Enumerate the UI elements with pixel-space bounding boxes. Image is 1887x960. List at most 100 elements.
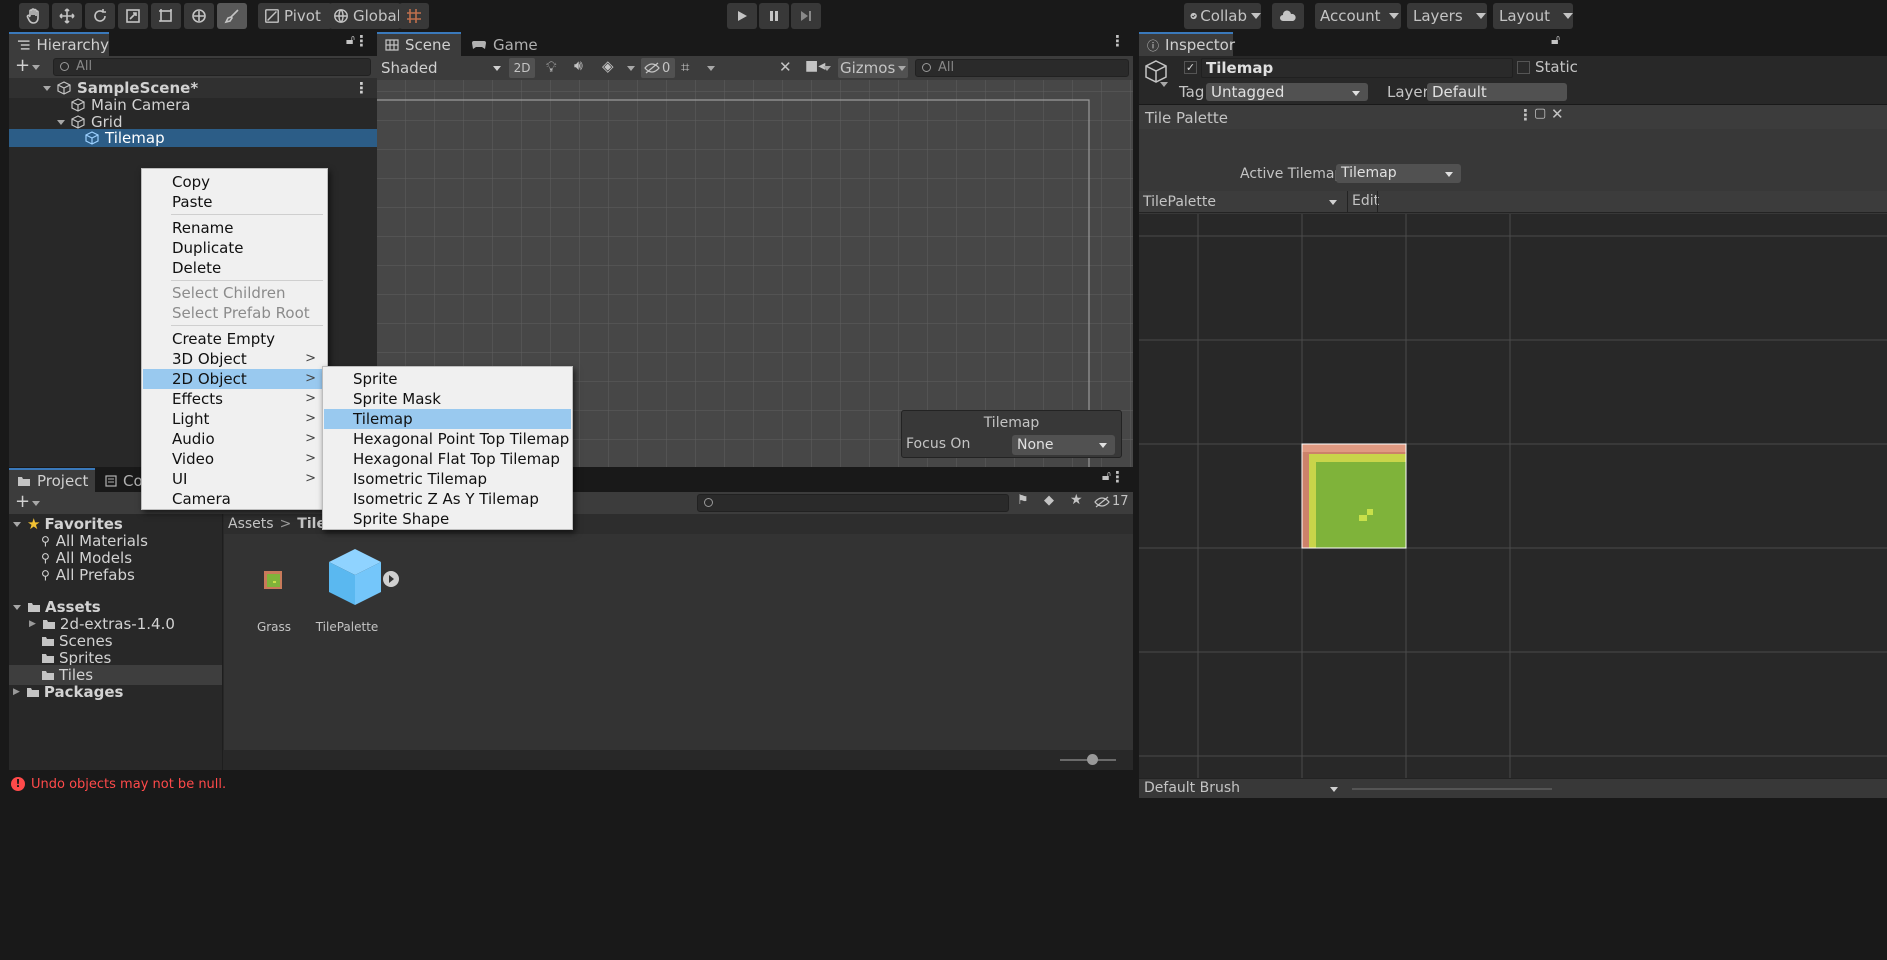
submenu-item-isometric[interactable]: Isometric Tilemap [324,469,571,489]
submenu-item-sprite-shape[interactable]: Sprite Shape [324,509,571,529]
submenu-item-hex-flat-top[interactable]: Hexagonal Flat Top Tilemap [324,449,571,469]
grid-snap-icon[interactable] [399,3,429,29]
layers-dropdown[interactable]: Layers [1407,3,1487,29]
chevron-down-icon[interactable] [1160,82,1168,87]
menu-item-light[interactable]: Light > [143,409,326,429]
menu-item-audio[interactable]: Audio > [143,429,326,449]
hierarchy-search-input[interactable]: All [53,58,371,76]
transform-tool-icon[interactable] [184,3,214,29]
menu-item-video[interactable]: Video > [143,449,326,469]
favorite-item-prefabs[interactable]: ⚲ All Prefabs [9,565,222,585]
hierarchy-item-tilemap[interactable]: Tilemap [9,129,377,147]
layout-dropdown[interactable]: Layout [1493,3,1573,29]
menu-item-ui[interactable]: UI > [143,469,326,489]
tab-inspector[interactable]: ⓘ Inspector [1139,32,1235,56]
effects-icon[interactable]: ◈ [602,57,614,75]
submenu-item-tilemap[interactable]: Tilemap [324,409,571,429]
breadcrumb-assets[interactable]: Assets [228,516,274,532]
audio-icon[interactable]: 🔊︎ [574,58,583,74]
scale-tool-icon[interactable] [118,3,148,29]
search-by-label-icon[interactable]: ◆ [1044,493,1054,508]
hidden-packages-toggle[interactable]: 17 [1094,494,1129,509]
move-tool-icon[interactable] [52,3,82,29]
rect-tool-icon[interactable] [151,3,181,29]
brush-dropdown[interactable]: Default Brush [1144,780,1344,796]
lock-icon[interactable]: 🔓︎ [1551,32,1560,48]
menu-item-create-empty[interactable]: Create Empty [143,329,326,349]
chevron-down-icon[interactable] [707,66,715,71]
step-button-icon[interactable] [791,3,821,29]
maximize-icon[interactable]: ▢ [1534,106,1546,121]
search-by-type-icon[interactable]: ⚑ [1017,493,1029,508]
chevron-down-icon[interactable] [627,66,635,71]
grid-toggle-icon[interactable]: ⌗ [681,58,689,76]
add-icon[interactable]: + [15,55,30,76]
tab-hierarchy[interactable]: Hierarchy [9,32,109,56]
cloud-icon[interactable] [1272,3,1304,29]
2d-toggle[interactable]: 2D [509,58,535,78]
tools-icon[interactable]: ✕ [779,58,792,76]
play-button-icon[interactable] [727,3,757,29]
asset-tilepalette[interactable]: TilePalette [316,544,406,634]
pivot-button[interactable]: Pivot [258,3,332,29]
tile-palette-tab[interactable]: Tile Palette [1145,109,1228,127]
expand-play-icon[interactable] [382,570,400,588]
menu-item-paste[interactable]: Paste [143,192,326,212]
edit-palette-button[interactable]: Edit [1352,193,1379,209]
chevron-down-icon[interactable] [32,501,40,506]
object-name-field[interactable]: Tilemap [1201,58,1513,78]
static-checkbox[interactable] [1517,61,1530,74]
submenu-item-hex-point-top[interactable]: Hexagonal Point Top Tilemap [324,429,571,449]
grass-tile[interactable] [1301,443,1407,549]
hand-tool-icon[interactable] [19,3,49,29]
more-options-icon[interactable]: ⋮ [1110,32,1125,50]
pause-button-icon[interactable] [759,3,789,29]
more-options-icon[interactable]: ⋮ [1110,468,1125,486]
add-icon[interactable]: + [15,491,30,512]
menu-item-camera[interactable]: Camera [143,489,326,509]
focus-on-dropdown[interactable]: None [1012,435,1115,455]
more-options-icon[interactable]: ⋮ [1518,106,1533,124]
gamepad-icon [472,41,486,49]
tab-game[interactable]: Game [463,32,543,56]
global-button[interactable]: Global [329,3,401,29]
scene-search-input[interactable]: All [915,59,1129,77]
palette-grid[interactable] [1139,214,1887,778]
packages-row[interactable]: ▶ Packages [9,682,222,702]
favorite-star-icon[interactable]: ★ [1070,492,1083,508]
submenu-item-sprite-mask[interactable]: Sprite Mask [324,389,571,409]
tab-project[interactable]: Project [9,468,95,492]
menu-item-duplicate[interactable]: Duplicate [143,238,326,258]
tab-scene[interactable]: Scene [377,32,461,56]
lighting-icon[interactable]: 💡︎ [546,58,557,76]
paint-tool-icon[interactable] [217,3,247,29]
chevron-down-icon[interactable] [32,65,40,70]
brush-slider[interactable] [1352,788,1552,790]
palette-dropdown[interactable]: TilePalette [1143,193,1343,211]
layer-dropdown[interactable]: Default [1427,83,1567,101]
rotate-tool-icon[interactable] [85,3,115,29]
menu-item-delete[interactable]: Delete [143,258,326,278]
collab-dropdown[interactable]: Collab [1184,3,1261,29]
tag-dropdown[interactable]: Untagged [1206,83,1368,101]
shading-dropdown[interactable]: Shaded [381,58,505,78]
menu-item-3d-object[interactable]: 3D Object > [143,349,326,369]
chevron-down-icon[interactable] [823,66,831,71]
hidden-objects-toggle[interactable]: 0 [641,58,675,78]
menu-item-copy[interactable]: Copy [143,172,326,192]
gizmos-dropdown[interactable]: Gizmos [838,58,908,78]
menu-item-effects[interactable]: Effects > [143,389,326,409]
asset-grass[interactable]: Grass [244,554,304,634]
project-search-input[interactable] [697,494,1009,512]
active-tilemap-dropdown[interactable]: Tilemap [1336,164,1461,183]
status-bar[interactable]: ! Undo objects may not be null. [9,771,1133,797]
active-checkbox[interactable]: ✓ [1184,61,1197,74]
menu-item-2d-object[interactable]: 2D Object > [143,369,326,389]
menu-item-rename[interactable]: Rename [143,218,326,238]
more-options-icon[interactable]: ⋮ [354,32,369,50]
submenu-item-isometric-z-as-y[interactable]: Isometric Z As Y Tilemap [324,489,571,509]
close-icon[interactable]: ✕ [1551,105,1564,123]
zoom-slider-handle[interactable] [1087,754,1098,765]
submenu-item-sprite[interactable]: Sprite [324,369,571,389]
account-dropdown[interactable]: Account [1315,3,1401,29]
